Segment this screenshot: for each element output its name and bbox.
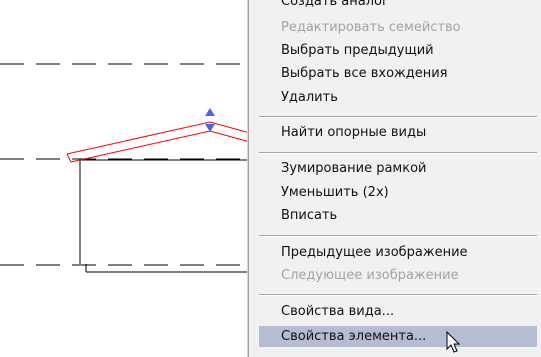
menu-item-delete[interactable]: Удалить xyxy=(259,87,537,108)
menu-item-element-properties[interactable]: Свойства элемента... xyxy=(259,326,537,347)
menu-item-select-previous[interactable]: Выбрать предыдущий xyxy=(259,40,537,61)
menu-item-zoom-region[interactable]: Зумирование рамкой xyxy=(259,158,537,179)
menu-separator xyxy=(259,152,537,154)
menu-separator xyxy=(259,235,537,237)
selected-roof[interactable] xyxy=(66,121,251,163)
menu-item-find-referring-views[interactable]: Найти опорные виды xyxy=(259,122,537,143)
menu-separator xyxy=(259,294,537,296)
up-down-arrow-icon[interactable] xyxy=(205,108,215,132)
menu-item-zoom-out-2x[interactable]: Уменьшить (2x) xyxy=(259,182,537,203)
menu-item-previous-view[interactable]: Предыдущее изображение xyxy=(259,242,537,263)
menu-item-create-similar[interactable]: Создать аналог xyxy=(259,0,537,12)
menu-item-select-all-instances[interactable]: Выбрать все вхождения xyxy=(259,63,537,84)
menu-item-zoom-to-fit[interactable]: Вписать xyxy=(259,205,537,226)
menu-item-view-properties[interactable]: Свойства вида... xyxy=(259,301,537,322)
context-menu: Создать аналог Редактировать семейство В… xyxy=(248,0,541,357)
menu-item-edit-family[interactable]: Редактировать семейство xyxy=(259,17,537,38)
wall-outline[interactable] xyxy=(79,159,250,273)
menu-item-next-view[interactable]: Следующее изображение xyxy=(259,265,537,286)
menu-separator xyxy=(259,116,537,118)
mouse-pointer-icon xyxy=(446,331,461,353)
